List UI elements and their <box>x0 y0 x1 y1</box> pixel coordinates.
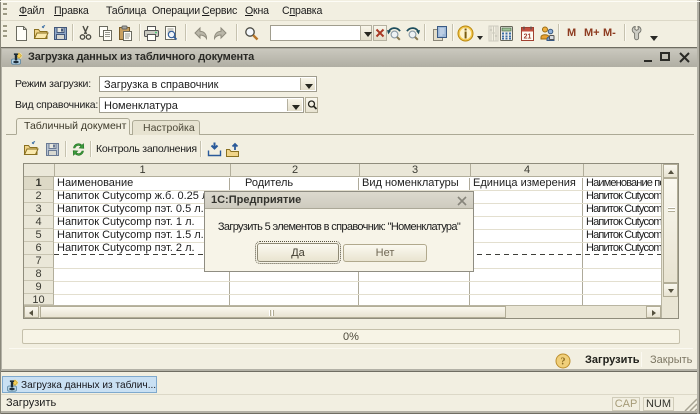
svg-text:21: 21 <box>524 34 532 41</box>
svg-text:?: ? <box>561 357 566 368</box>
